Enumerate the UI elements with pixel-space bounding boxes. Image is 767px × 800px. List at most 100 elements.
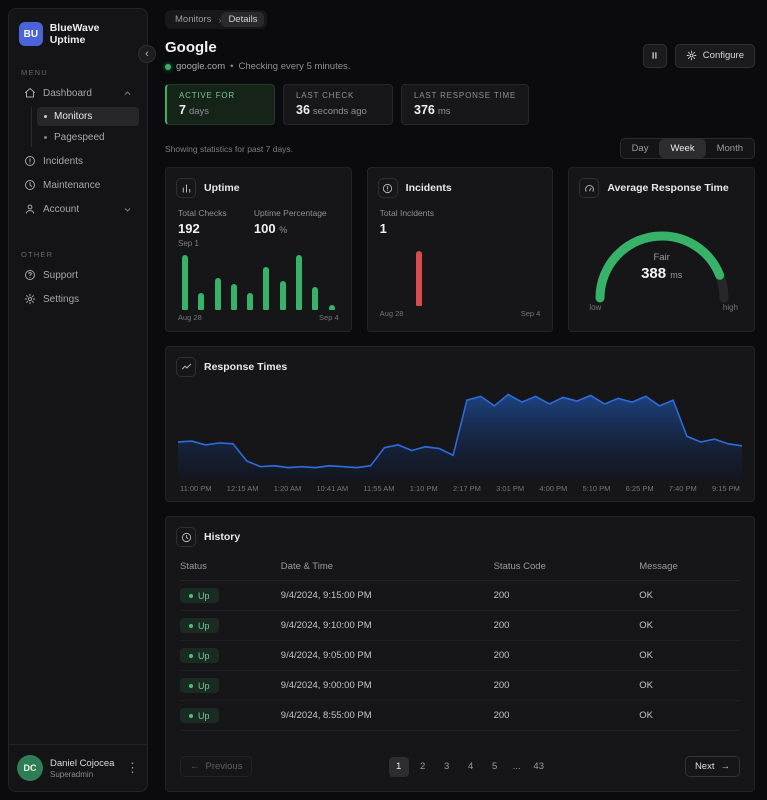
stats-caption: Showing statistics for past 7 days. <box>165 143 294 154</box>
sidebar-item-label: Monitors <box>54 111 93 122</box>
menu-section-label: MENU <box>21 68 48 77</box>
x-axis-label: 4:00 PM <box>539 484 568 493</box>
gauge-high-label: high <box>722 303 738 312</box>
range-option-day[interactable]: Day <box>621 139 660 158</box>
incidents-card: Incidents Total Incidents 1 Aug 28 Sep 4 <box>366 167 554 332</box>
gear-icon <box>24 293 36 305</box>
metric-uptime-percentage: Uptime Percentage 100 % <box>253 208 327 236</box>
stat-value: 7 days <box>179 103 210 117</box>
status-dot-icon <box>165 63 171 70</box>
bullet-icon <box>44 136 47 139</box>
chart-bar[interactable] <box>247 292 254 310</box>
history-card: History Status Date & Time Status Code M… <box>165 516 755 792</box>
configure-label: Configure <box>702 50 744 61</box>
stat-last-response-time: LAST RESPONSE TIME 376 ms <box>401 84 530 125</box>
x-axis-label: 6:25 PM <box>625 484 654 493</box>
chart-bar[interactable] <box>263 266 270 310</box>
page-button[interactable]: 3 <box>437 757 457 777</box>
x-axis-label: 11:00 PM <box>180 484 212 493</box>
x-axis-label: 1:10 PM <box>409 484 438 493</box>
chart-bar[interactable] <box>279 281 286 310</box>
configure-button[interactable]: Configure <box>674 43 755 68</box>
range-option-week[interactable]: Week <box>659 139 706 158</box>
sidebar-item-incidents[interactable]: Incidents <box>17 150 139 172</box>
chart-bar[interactable] <box>295 254 302 310</box>
chart-bar[interactable] <box>312 286 319 310</box>
breadcrumb-details[interactable]: Details <box>221 12 265 27</box>
sidebar-item-settings[interactable]: Settings <box>17 288 139 310</box>
uptime-metrics: Total Checks 192 Sep 1 Uptime Percentage… <box>166 198 351 248</box>
history-icon <box>176 527 196 547</box>
stats-row: ACTIVE FOR 7 days LAST CHECK 36 seconds ag… <box>165 84 755 125</box>
chart-bar[interactable] <box>416 250 423 306</box>
sidebar-item-pagespeed[interactable]: Pagespeed <box>37 128 139 147</box>
status-badge: Up <box>180 588 219 603</box>
main-content: Monitors › Details Google google.com • C… <box>165 8 755 792</box>
range-option-month[interactable]: Month <box>706 139 754 158</box>
page-header: Google google.com • Checking every 5 min… <box>165 39 755 72</box>
page-button[interactable]: 2 <box>413 757 433 777</box>
title-block: Google google.com • Checking every 5 min… <box>165 39 350 72</box>
sidebar-collapse-button[interactable]: ‹ <box>138 45 156 63</box>
average-response-time-card: Average Response Time Fair 388 ms low hi… <box>568 167 755 332</box>
incidents-x-axis: Aug 28 Sep 4 <box>368 306 553 327</box>
up-dot-icon <box>189 713 193 718</box>
chart-bar[interactable] <box>328 305 335 310</box>
metric-total-checks: Total Checks 192 Sep 1 <box>178 208 227 248</box>
stat-value: 376 ms <box>414 103 451 117</box>
sidebar-item-monitors[interactable]: Monitors <box>37 107 139 126</box>
x-axis-label: 1:20 AM <box>273 484 302 493</box>
other-section-label: OTHER <box>21 250 54 259</box>
user-menu-button[interactable]: ⋮ <box>126 760 139 776</box>
response-times-chart: 11:00 PM 12:15 AM 1:20 AM 10:41 AM 11:55 AM 1… <box>178 385 742 501</box>
page-ellipsis: ... <box>512 761 521 772</box>
column-message: Message <box>639 553 740 581</box>
page-button[interactable]: 4 <box>461 757 481 777</box>
next-page-button[interactable]: Next → <box>684 756 740 777</box>
table-row: Up 9/4/2024, 9:00:00 PM 200 OK <box>180 670 740 701</box>
sidebar-item-dashboard[interactable]: Dashboard <box>17 82 139 104</box>
column-datetime: Date & Time <box>280 553 494 581</box>
chart-bar[interactable] <box>198 292 205 310</box>
sidebar-item-label: Account <box>43 203 80 215</box>
metric-total-incidents: Total Incidents 1 <box>379 208 434 236</box>
up-dot-icon <box>189 683 193 688</box>
dashboard-submenu: Monitors Pagespeed <box>31 107 139 147</box>
page-button[interactable]: 5 <box>485 757 505 777</box>
chart-bar[interactable] <box>230 283 237 310</box>
sidebar-item-label: Support <box>43 269 79 281</box>
x-axis-label: Sep 4 <box>319 313 339 322</box>
header-actions: Configure <box>642 43 755 68</box>
up-dot-icon <box>189 593 193 598</box>
incidents-bar-chart <box>384 248 537 306</box>
card-title: Response Times <box>204 361 288 373</box>
stat-last-check: LAST CHECK 36 seconds ago <box>283 84 393 125</box>
user-menu: DC Daniel Cojocea Superadmin ⋮ <box>9 744 147 791</box>
chevron-left-icon: ‹ <box>145 48 149 60</box>
sidebar-item-support[interactable]: Support <box>17 264 139 286</box>
sidebar-item-label: Settings <box>43 293 80 305</box>
column-status-code: Status Code <box>493 553 640 581</box>
monitor-status-line: google.com • Checking every 5 minutes. <box>165 61 350 72</box>
chart-bar[interactable] <box>182 254 188 310</box>
stat-active-for: ACTIVE FOR 7 days <box>165 84 275 125</box>
page-button[interactable]: 43 <box>529 757 549 777</box>
breadcrumb-monitors[interactable]: Monitors <box>168 12 218 27</box>
x-axis-label: Aug 28 <box>178 313 202 322</box>
page-numbers: 1 2 3 4 5 ... 43 <box>388 756 549 777</box>
chart-bar[interactable] <box>214 278 221 310</box>
hovered-date-label: Sep 1 <box>178 239 199 248</box>
sidebar-item-maintenance[interactable]: Maintenance <box>17 174 139 196</box>
sidebar-item-account[interactable]: Account <box>17 198 139 220</box>
pause-button[interactable] <box>642 43 667 68</box>
charts-row: Uptime Total Checks 192 Sep 1 Uptime Per… <box>165 167 755 332</box>
user-info: Daniel Cojocea Superadmin <box>50 758 114 779</box>
gauge-low-label: low <box>589 303 602 312</box>
card-title: History <box>204 531 241 543</box>
previous-page-button[interactable]: ← Previous <box>180 756 253 777</box>
page-button[interactable]: 1 <box>388 756 409 777</box>
monitor-url: google.com <box>176 61 226 72</box>
sidebar-item-label: Dashboard <box>43 87 92 99</box>
up-dot-icon <box>189 653 193 658</box>
separator: • <box>230 61 234 72</box>
